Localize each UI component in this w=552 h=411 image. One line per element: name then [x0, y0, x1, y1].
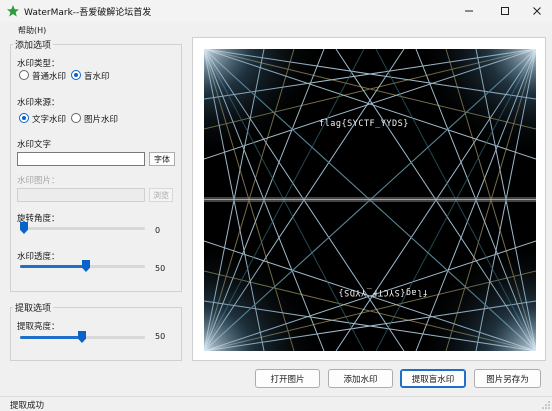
radio-blind-watermark-label[interactable]: 盲水印: [84, 70, 110, 82]
radio-text-watermark-label[interactable]: 文字水印: [32, 113, 66, 125]
save-image-as-button[interactable]: 图片另存为: [474, 369, 541, 388]
radio-normal-watermark[interactable]: [19, 70, 29, 80]
menu-help[interactable]: 帮助(H): [18, 25, 46, 36]
open-image-button[interactable]: 打开图片: [255, 369, 320, 388]
title-bar: WaterMark--吾爱破解论坛首发: [0, 0, 552, 22]
add-options-title: 添加选项: [13, 38, 54, 51]
blind-watermark-spectrum-image: flag{SYCTF_YYDS} flag{SYCTF_YYDS}: [203, 48, 537, 352]
resize-grip-icon[interactable]: [542, 401, 550, 409]
status-text: 提取成功: [10, 401, 45, 411]
add-watermark-button[interactable]: 添加水印: [328, 369, 393, 388]
menu-bar: 帮助(H): [0, 22, 552, 36]
brightness-label: 提取亮度：: [17, 322, 60, 332]
brightness-value: 50: [155, 332, 166, 341]
extract-options-title: 提取选项: [13, 301, 54, 314]
close-button[interactable]: [520, 0, 552, 22]
watermark-type-label: 水印类型：: [17, 59, 60, 69]
radio-image-watermark-label[interactable]: 图片水印: [84, 113, 118, 125]
image-preview: flag{SYCTF_YYDS} flag{SYCTF_YYDS}: [192, 37, 546, 361]
status-bar: 提取成功: [0, 396, 552, 411]
watermark-text-label: 水印文字: [17, 140, 52, 150]
rotation-value: 0: [155, 226, 161, 235]
opacity-slider-fill: [20, 265, 83, 268]
radio-normal-watermark-label[interactable]: 普通水印: [32, 70, 66, 82]
font-button[interactable]: 字体: [149, 152, 175, 166]
extract-blind-watermark-button[interactable]: 提取盲水印: [400, 369, 466, 388]
watermark-source-label: 水印来源：: [17, 98, 60, 108]
watermark-image-input[interactable]: [17, 188, 145, 202]
minimize-button[interactable]: [452, 0, 486, 22]
maximize-icon: [501, 7, 509, 15]
minimize-icon: [465, 10, 473, 12]
extracted-watermark-text-mirrored: flag{SYCTF_YYDS}: [338, 287, 428, 297]
spectrum-graphic: [203, 48, 537, 352]
rotation-slider-track[interactable]: [20, 227, 145, 230]
opacity-label: 水印透度：: [17, 252, 60, 262]
opacity-value: 50: [155, 264, 166, 273]
radio-image-watermark[interactable]: [71, 113, 81, 123]
close-icon: [533, 7, 541, 15]
watermark-text-input[interactable]: [17, 152, 145, 166]
browse-button[interactable]: 浏览: [149, 188, 173, 202]
extracted-watermark-text: flag{SYCTF_YYDS}: [319, 119, 409, 129]
watermark-image-label: 水印图片：: [17, 176, 60, 186]
radio-text-watermark[interactable]: [19, 113, 29, 123]
radio-blind-watermark[interactable]: [71, 70, 81, 80]
window-title: WaterMark--吾爱破解论坛首发: [24, 8, 152, 18]
star-icon: [7, 5, 19, 17]
brightness-slider-fill: [20, 336, 83, 339]
maximize-button[interactable]: [488, 0, 522, 22]
